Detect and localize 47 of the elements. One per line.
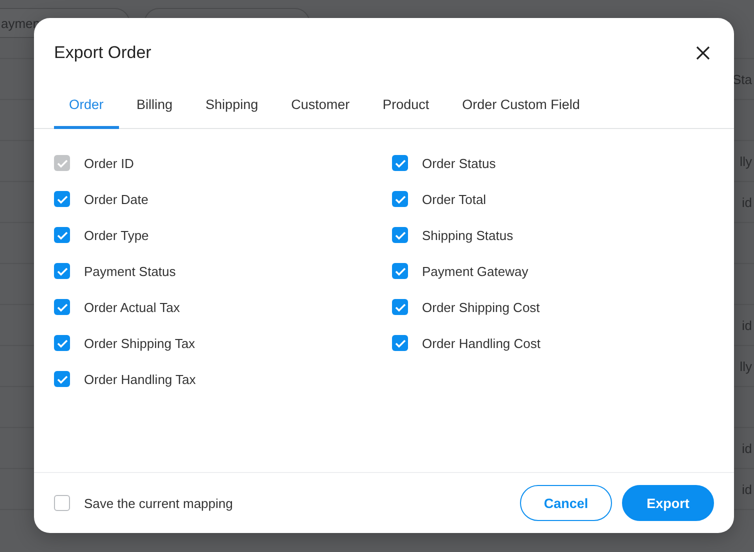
check-icon — [56, 230, 68, 240]
checkbox-label: Order Handling Tax — [84, 372, 196, 386]
checkbox[interactable] — [54, 263, 70, 279]
checkbox-label: Order Handling Cost — [422, 336, 540, 350]
check-icon — [394, 230, 406, 240]
tab[interactable]: Order Custom Field — [447, 87, 595, 129]
check-icon — [394, 158, 406, 168]
checkbox-label: Shipping Status — [422, 228, 514, 242]
check-icon — [56, 302, 68, 312]
checkbox[interactable] — [54, 227, 70, 243]
checkbox[interactable] — [392, 191, 408, 207]
checkbox[interactable] — [392, 299, 408, 315]
checkbox-label: Order Date — [84, 192, 148, 206]
tab[interactable]: Shipping — [190, 87, 274, 129]
checkbox-label: Order Shipping Tax — [84, 336, 196, 350]
checkbox[interactable] — [54, 191, 70, 207]
checkbox-label: Order Shipping Cost — [422, 300, 540, 314]
tab[interactable]: Billing — [122, 87, 188, 129]
check-icon — [394, 302, 406, 312]
check-icon — [394, 266, 406, 276]
checkbox[interactable] — [392, 335, 408, 351]
checkbox[interactable] — [54, 371, 70, 387]
checkbox-label: Order Status — [422, 156, 496, 170]
checkbox-label: Order Actual Tax — [84, 300, 180, 314]
check-icon — [56, 194, 68, 204]
check-icon — [56, 338, 68, 348]
tab[interactable]: Order — [54, 87, 119, 129]
checkbox-label: Order Total — [422, 192, 486, 206]
checkbox-label: Payment Status — [84, 264, 176, 278]
check-icon — [56, 266, 68, 276]
checkbox-label: Payment Gateway — [422, 264, 528, 278]
checkbox[interactable] — [392, 155, 408, 171]
tab[interactable]: Customer — [276, 87, 365, 129]
check-icon — [56, 158, 68, 168]
checkbox-label: Order ID — [84, 156, 134, 170]
checkbox[interactable] — [392, 227, 408, 243]
check-icon — [56, 374, 68, 384]
checkbox[interactable] — [54, 299, 70, 315]
dialog-title: Export Order — [54, 43, 152, 63]
checkbox[interactable] — [54, 495, 70, 511]
check-icon — [394, 338, 406, 348]
checkbox[interactable] — [54, 335, 70, 351]
tab[interactable]: Product — [368, 87, 444, 129]
checkbox-label: Save the current mapping — [84, 496, 233, 510]
check-icon — [394, 194, 406, 204]
checkbox[interactable] — [392, 263, 408, 279]
checkbox-label: Order Type — [84, 228, 149, 242]
